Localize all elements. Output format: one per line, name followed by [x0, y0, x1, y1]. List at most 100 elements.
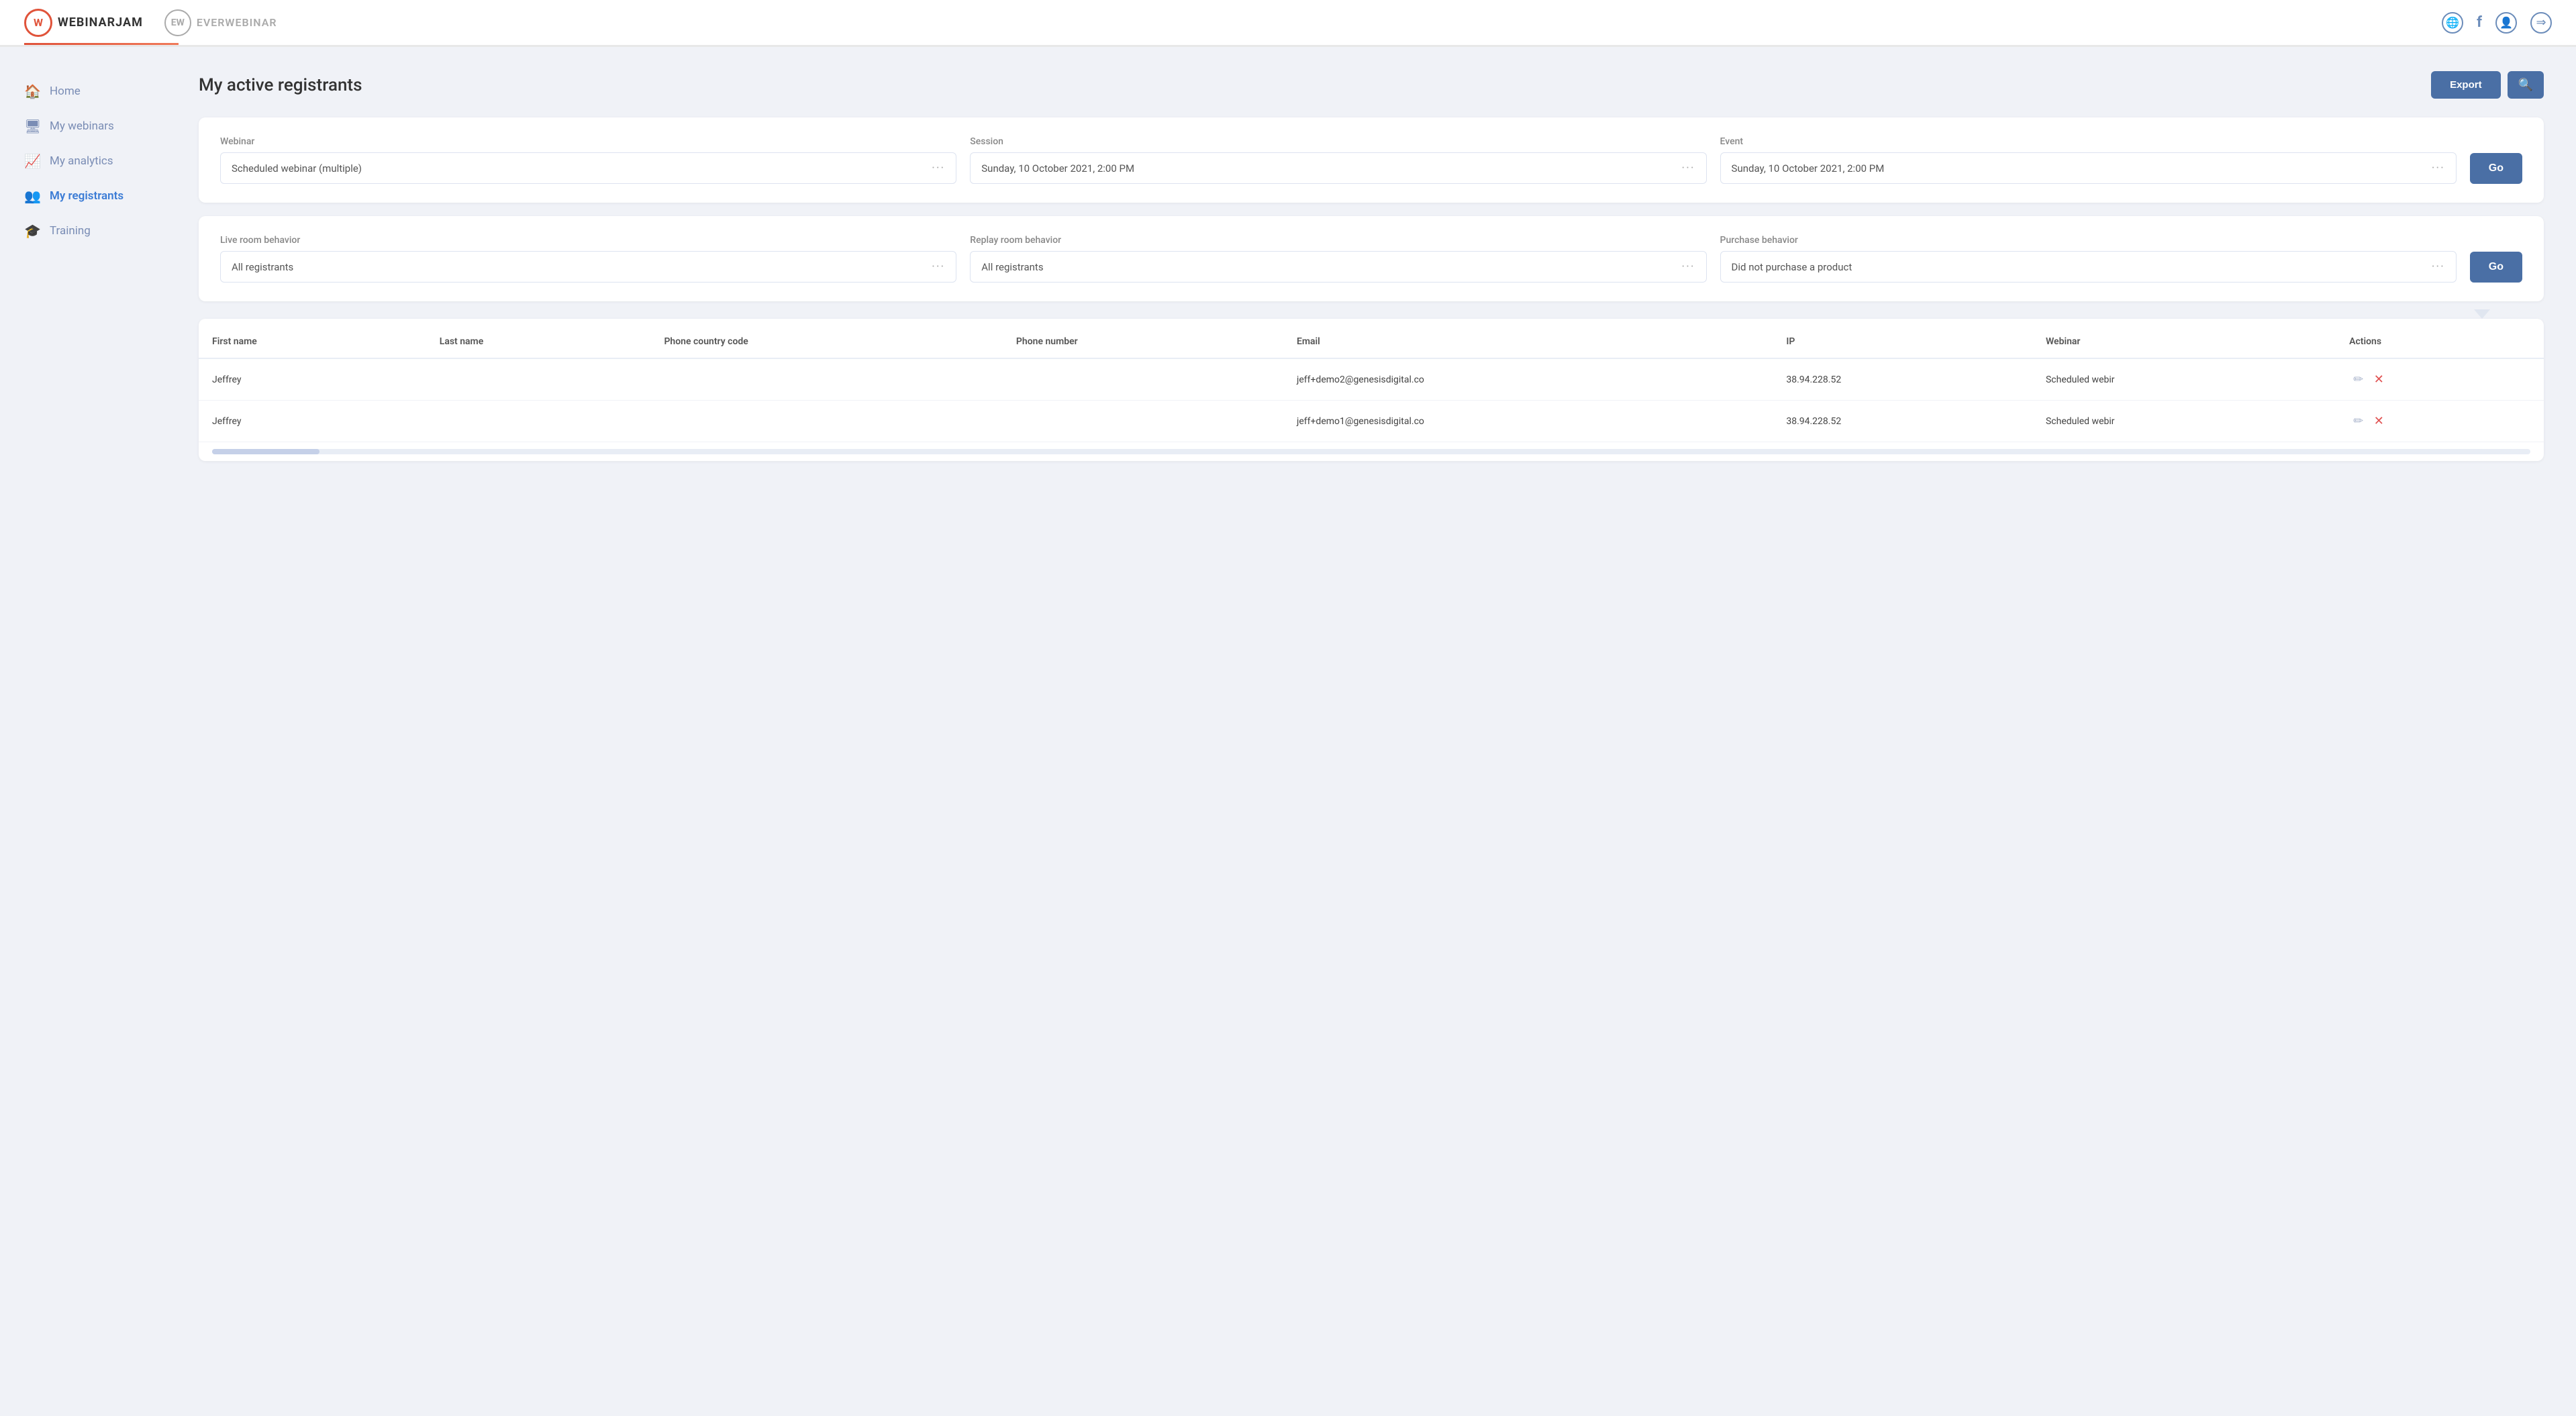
webinarjam-brand[interactable]: W WEBINARJAM — [24, 9, 143, 37]
col-phone-number: Phone number — [1003, 325, 1283, 358]
purchase-filter-dots: ··· — [2432, 260, 2445, 274]
replay-filter-value: All registrants — [981, 261, 1043, 273]
training-icon: 🎓 — [24, 223, 40, 239]
facebook-icon[interactable]: f — [2477, 14, 2482, 31]
filter-row-1: Webinar Scheduled webinar (multiple) ···… — [220, 136, 2522, 184]
cell-last-name-1 — [426, 401, 651, 442]
table-header-row: First name Last name Phone country code … — [199, 325, 2544, 358]
table-scrollbar-thumb[interactable] — [212, 449, 319, 454]
event-filter-label: Event — [1720, 136, 2457, 147]
page-title: My active registrants — [199, 75, 362, 95]
sidebar-item-my-webinars[interactable]: 🖥 My webinars — [0, 109, 175, 144]
webinar-filter-dots: ··· — [932, 161, 945, 175]
webinar-filter-label: Webinar — [220, 136, 956, 147]
cell-webinar-1: Scheduled webir — [2032, 401, 2336, 442]
cell-webinar-0: Scheduled webir — [2032, 358, 2336, 401]
purchase-filter-group: Purchase behavior Did not purchase a pro… — [1720, 235, 2457, 283]
table-row: Jeffrey jeff+demo2@genesisdigital.co 38.… — [199, 358, 2544, 401]
col-last-name: Last name — [426, 325, 651, 358]
cell-email-0: jeff+demo2@genesisdigital.co — [1283, 358, 1773, 401]
replay-filter-dots: ··· — [1681, 260, 1695, 274]
table-scrollbar-track[interactable] — [212, 449, 2530, 454]
header-actions: Export 🔍 — [2431, 71, 2544, 99]
purchase-filter-select[interactable]: Did not purchase a product ··· — [1720, 251, 2457, 283]
main-layout: 🏠 Home 🖥 My webinars 📈 My analytics 👥 My… — [0, 47, 2576, 1416]
live-filter-value: All registrants — [232, 261, 293, 273]
search-button[interactable]: 🔍 — [2508, 71, 2544, 99]
filter-row-2: Live room behavior All registrants ··· R… — [220, 235, 2522, 283]
filter-card-1: Webinar Scheduled webinar (multiple) ···… — [199, 117, 2544, 203]
edit-button-1[interactable]: ✏ — [2349, 413, 2367, 429]
sidebar-label-home: Home — [50, 85, 81, 98]
col-first-name: First name — [199, 325, 426, 358]
replay-filter-select[interactable]: All registrants ··· — [970, 251, 1706, 283]
live-filter-label: Live room behavior — [220, 235, 956, 246]
sidebar-label-training: Training — [50, 224, 91, 238]
brand-logos: W WEBINARJAM EW EVERWEBINAR — [24, 9, 277, 37]
sidebar-item-my-registrants[interactable]: 👥 My registrants — [0, 179, 175, 213]
sidebar-item-my-analytics[interactable]: 📈 My analytics — [0, 144, 175, 179]
purchase-filter-value: Did not purchase a product — [1732, 261, 1852, 273]
cell-email-1: jeff+demo1@genesisdigital.co — [1283, 401, 1773, 442]
delete-button-1[interactable]: ✕ — [2370, 413, 2388, 429]
delete-button-0[interactable]: ✕ — [2370, 371, 2388, 388]
sidebar-item-home[interactable]: 🏠 Home — [0, 74, 175, 109]
arrow-down-icon — [2474, 309, 2490, 319]
user-icon[interactable]: 👤 — [2495, 12, 2517, 34]
table-body: Jeffrey jeff+demo2@genesisdigital.co 38.… — [199, 358, 2544, 442]
cell-phone-country-1 — [650, 401, 1002, 442]
replay-filter-group: Replay room behavior All registrants ··· — [970, 235, 1706, 283]
session-filter-label: Session — [970, 136, 1706, 147]
cell-phone-number-1 — [1003, 401, 1283, 442]
sidebar-item-training[interactable]: 🎓 Training — [0, 213, 175, 248]
filter-card-2: Live room behavior All registrants ··· R… — [199, 216, 2544, 301]
col-phone-country-code: Phone country code — [650, 325, 1002, 358]
globe-icon[interactable]: 🌐 — [2442, 12, 2463, 34]
session-filter-select[interactable]: Sunday, 10 October 2021, 2:00 PM ··· — [970, 152, 1706, 184]
sidebar: 🏠 Home 🖥 My webinars 📈 My analytics 👥 My… — [0, 47, 175, 1416]
main-content: My active registrants Export 🔍 Webinar S… — [175, 47, 2576, 1416]
cell-actions-0: ✏ ✕ — [2336, 358, 2544, 401]
cell-last-name-0 — [426, 358, 651, 401]
event-filter-group: Event Sunday, 10 October 2021, 2:00 PM ·… — [1720, 136, 2457, 184]
filter-go-button-2[interactable]: Go — [2470, 252, 2522, 283]
everwebinar-logo-circle: EW — [164, 9, 191, 36]
edit-button-0[interactable]: ✏ — [2349, 371, 2367, 388]
registrants-table: First name Last name Phone country code … — [199, 325, 2544, 442]
cell-ip-0: 38.94.228.52 — [1773, 358, 2032, 401]
arrow-indicator — [199, 309, 2544, 319]
logout-icon[interactable]: ⇒ — [2530, 12, 2552, 34]
col-ip: IP — [1773, 325, 2032, 358]
webinar-filter-value: Scheduled webinar (multiple) — [232, 162, 362, 174]
everwebinar-brand[interactable]: EW EVERWEBINAR — [164, 9, 277, 36]
col-webinar: Webinar — [2032, 325, 2336, 358]
session-filter-dots: ··· — [1681, 161, 1695, 175]
brand-underline — [24, 43, 179, 45]
home-icon: 🏠 — [24, 83, 40, 99]
cell-first-name-1: Jeffrey — [199, 401, 426, 442]
webinar-filter-select[interactable]: Scheduled webinar (multiple) ··· — [220, 152, 956, 184]
sidebar-label-analytics: My analytics — [50, 154, 113, 168]
session-filter-value: Sunday, 10 October 2021, 2:00 PM — [981, 162, 1134, 174]
table-row: Jeffrey jeff+demo1@genesisdigital.co 38.… — [199, 401, 2544, 442]
cell-phone-number-0 — [1003, 358, 1283, 401]
webinarjam-brand-name: WEBINARJAM — [58, 15, 143, 30]
webinars-icon: 🖥 — [24, 118, 40, 134]
cell-phone-country-0 — [650, 358, 1002, 401]
nav-actions: 🌐 f 👤 ⇒ — [2442, 12, 2552, 34]
registrants-icon: 👥 — [24, 188, 40, 204]
cell-ip-1: 38.94.228.52 — [1773, 401, 2032, 442]
cell-first-name-0: Jeffrey — [199, 358, 426, 401]
filter-go-button-1[interactable]: Go — [2470, 153, 2522, 184]
sidebar-label-webinars: My webinars — [50, 119, 114, 133]
event-filter-select[interactable]: Sunday, 10 October 2021, 2:00 PM ··· — [1720, 152, 2457, 184]
table-container: First name Last name Phone country code … — [199, 325, 2544, 442]
webinarjam-logo-circle: W — [24, 9, 52, 37]
export-button[interactable]: Export — [2431, 71, 2501, 99]
live-filter-select[interactable]: All registrants ··· — [220, 251, 956, 283]
webinar-filter-group: Webinar Scheduled webinar (multiple) ··· — [220, 136, 956, 184]
live-filter-group: Live room behavior All registrants ··· — [220, 235, 956, 283]
page-header: My active registrants Export 🔍 — [199, 71, 2544, 99]
top-navigation: W WEBINARJAM EW EVERWEBINAR 🌐 f 👤 ⇒ — [0, 0, 2576, 47]
analytics-icon: 📈 — [24, 153, 40, 169]
